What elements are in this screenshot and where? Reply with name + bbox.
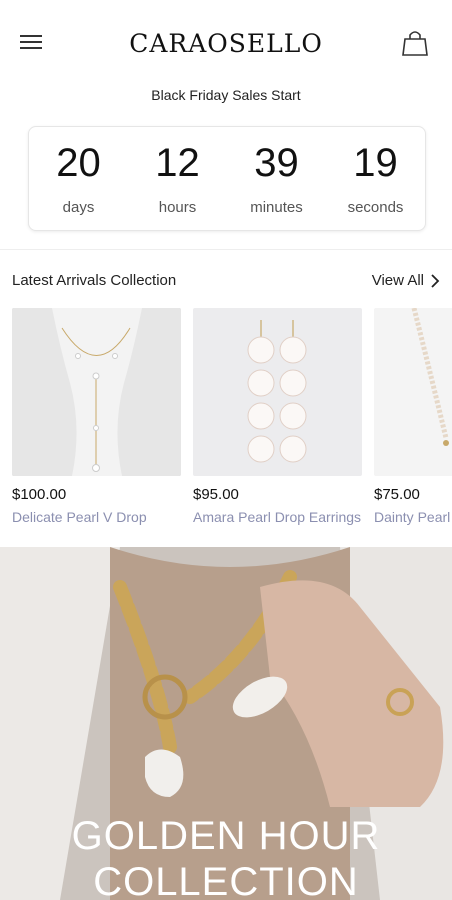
countdown-days: 20 days: [29, 127, 128, 230]
countdown-timer: 20 days 12 hours 39 minutes 19 seconds: [28, 126, 426, 231]
app-header: CARAOSELLO: [0, 0, 452, 86]
brand-logo[interactable]: CARAOSELLO: [129, 26, 322, 60]
product-name[interactable]: Delicate Pearl V Drop: [12, 509, 181, 525]
countdown-days-label: days: [62, 199, 95, 216]
product-price: $100.00: [12, 486, 67, 503]
product-carousel[interactable]: $100.00 Delicate Pearl V Drop $95.00 Ama…: [12, 308, 452, 538]
countdown-seconds: 19 seconds: [326, 127, 425, 230]
product-image[interactable]: [374, 308, 452, 476]
section-title: Latest Arrivals Collection: [12, 272, 177, 289]
hamburger-menu-icon[interactable]: [20, 32, 44, 52]
shopping-bag-icon[interactable]: [400, 28, 430, 58]
product-image[interactable]: [193, 308, 362, 476]
hero-title-line1: GOLDEN HOUR: [71, 814, 381, 858]
product-price: $95.00: [193, 486, 239, 503]
hero-title-line2: COLLECTION: [93, 860, 359, 900]
view-all-link[interactable]: View All: [372, 272, 440, 289]
countdown-hours: 12 hours: [128, 127, 227, 230]
countdown-days-value: 20: [56, 141, 101, 185]
product-card[interactable]: $100.00 Delicate Pearl V Drop: [12, 308, 181, 525]
countdown-minutes-value: 39: [254, 141, 299, 185]
view-all-label: View All: [371, 272, 424, 289]
latest-arrivals-header: Latest Arrivals Collection View All: [12, 272, 440, 294]
section-divider: [0, 249, 452, 250]
product-card[interactable]: $95.00 Amara Pearl Drop Earrings: [193, 308, 362, 525]
countdown-hours-value: 12: [155, 141, 200, 185]
product-card[interactable]: $75.00 Dainty Pearl S: [374, 308, 452, 525]
countdown-hours-label: hours: [158, 199, 197, 216]
chevron-right-icon: [431, 273, 440, 288]
golden-hour-banner[interactable]: GOLDEN HOUR COLLECTION: [0, 547, 452, 900]
countdown-minutes-label: minutes: [250, 199, 303, 216]
product-price: $75.00: [374, 486, 420, 503]
countdown-minutes: 39 minutes: [227, 127, 326, 230]
countdown-seconds-label: seconds: [347, 199, 404, 216]
promo-text: Black Friday Sales Start: [151, 87, 301, 103]
countdown-seconds-value: 19: [353, 141, 398, 185]
product-image[interactable]: [12, 308, 181, 476]
product-name[interactable]: Amara Pearl Drop Earrings: [193, 509, 362, 525]
hero-title: GOLDEN HOUR COLLECTION: [0, 813, 452, 900]
product-name[interactable]: Dainty Pearl S: [374, 509, 452, 525]
